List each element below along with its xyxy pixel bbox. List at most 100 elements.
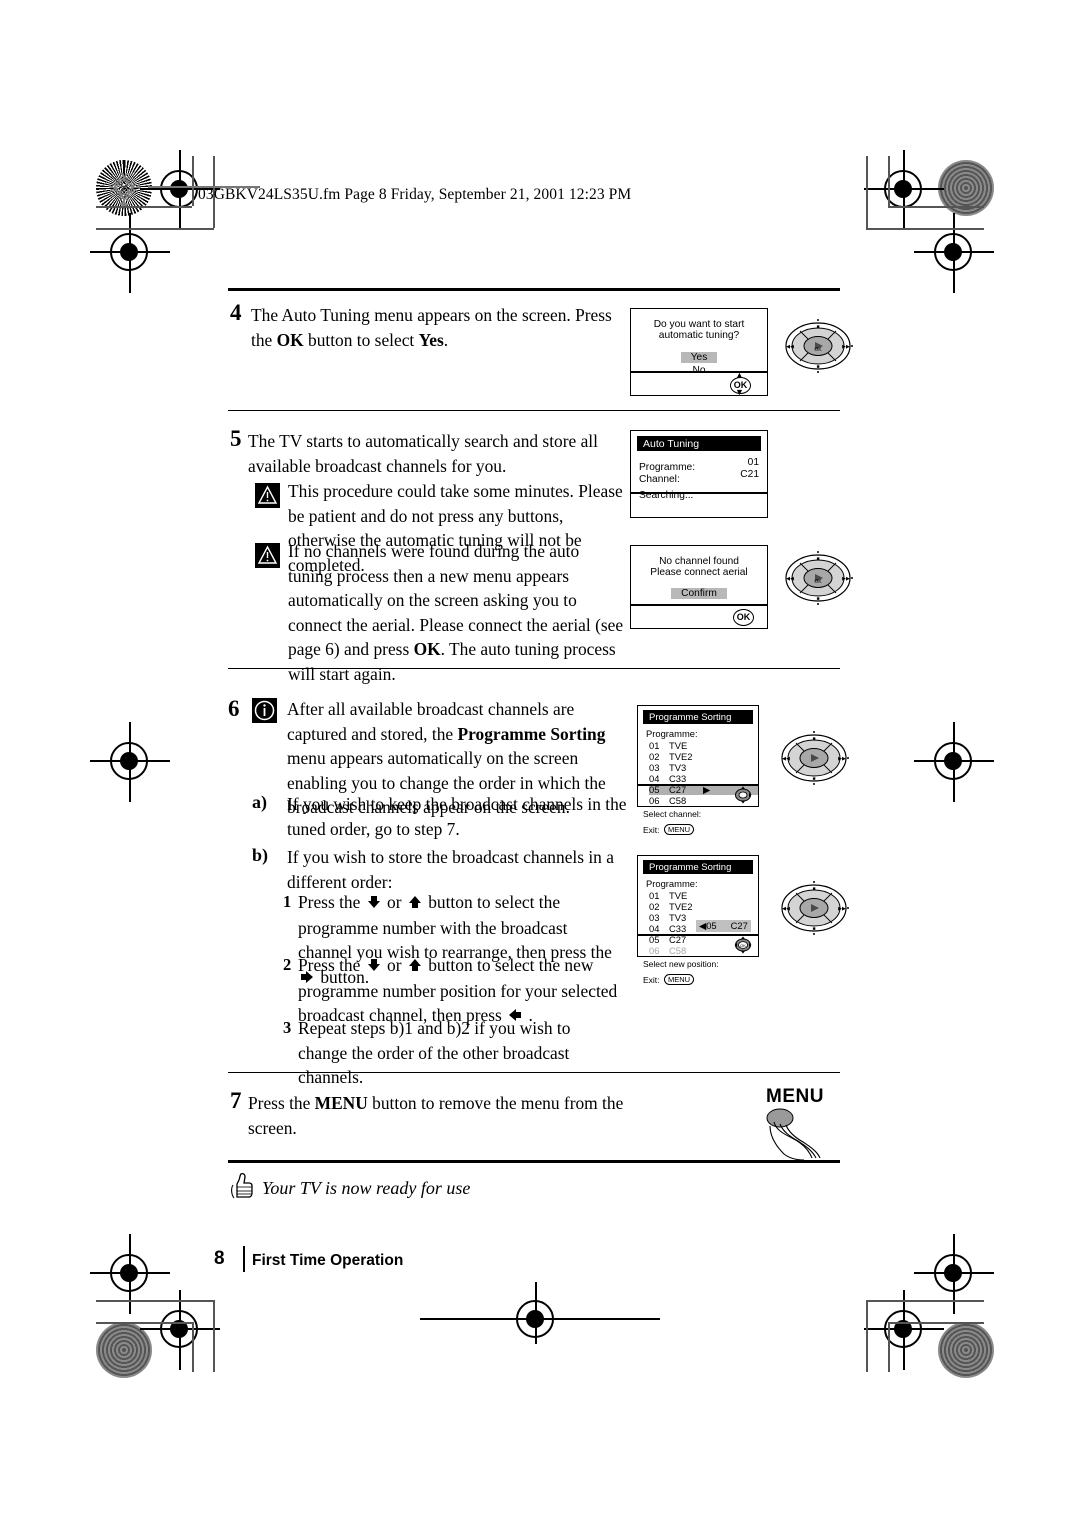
ps2-floating-num: 05 [706, 920, 717, 931]
arrow-down-icon-b1a [367, 891, 381, 916]
ps2-row-0-name: TVE [669, 890, 688, 901]
step-4-ok-bold: OK [276, 329, 304, 350]
ps1-row-4-name: C27 [669, 784, 687, 795]
svg-text:◀◀: ◀◀ [782, 756, 790, 762]
remote-dpad-step4: OK ■ ■ ◀◀ ▶▶ [782, 318, 854, 374]
step-5-warning-2: If no channels were found during the aut… [288, 539, 624, 686]
ps1-row-1[interactable]: 02 TVE2 [649, 751, 758, 762]
screen-programme-sorting-2: Programme Sorting Programme: 01 TVE 02 TVE… [637, 855, 759, 985]
step-6-item-b-text: If you wish to store the broadcast chann… [287, 847, 614, 892]
screen-no-channel-found: No channel found Please connect aerial C… [630, 545, 768, 629]
ps1-list-label: Programme: [646, 728, 698, 739]
screen-programme-sorting-1: Programme Sorting Programme: 01 TVE 02 TVE… [637, 705, 759, 835]
svg-text:■: ■ [812, 777, 815, 782]
svg-text:OK: OK [814, 347, 822, 353]
ps2-row-1-name: TVE2 [669, 901, 693, 912]
step-7-number: 7 [230, 1088, 242, 1113]
info-icon [252, 698, 277, 723]
step-4-text: The Auto Tuning menu appears on the scre… [251, 303, 626, 352]
ps1-title: Programme Sorting [643, 710, 753, 724]
ps2-floating-selection[interactable]: ◀05 C27 [696, 920, 751, 932]
ps2-footer-menu-button[interactable]: MENU [663, 974, 695, 985]
footer-divider [243, 1246, 245, 1272]
svg-text:■: ■ [816, 557, 819, 562]
svg-text:▶▶: ▶▶ [842, 344, 850, 350]
step-6-item-b-label: b) [252, 845, 269, 865]
remote-dpad-step6a: ■ ■ ◀◀ ▶▶ [778, 730, 850, 786]
ps1-row-0-name: TVE [669, 740, 688, 751]
no-channel-line1: No channel found [659, 556, 739, 567]
step-7-part1: Press the [248, 1093, 315, 1113]
ps1-row-3-num: 04 [649, 773, 660, 784]
ps2-footer-select: Select new position: [643, 959, 719, 969]
registration-rosette-top-right [938, 160, 994, 216]
ps1-row-3[interactable]: 04 C33 [649, 773, 758, 784]
step-4-text-part3: . [443, 329, 449, 350]
b2-text-2: or [382, 955, 406, 975]
no-channel-confirm-button[interactable]: Confirm [671, 588, 727, 599]
screen-auto-tuning-confirm: Do you want to start automatic tuning? Y… [630, 308, 768, 397]
confirm-option-yes[interactable]: Yes [680, 352, 718, 363]
svg-text:■: ■ [812, 927, 815, 932]
ps2-row-1[interactable]: 02 TVE2 [649, 901, 758, 912]
ps1-row-3-name: C33 [669, 773, 687, 784]
step-5-number: 5 [230, 426, 242, 451]
ps1-ok-indicator-icon [734, 786, 752, 809]
registration-rosette-bottom-left [96, 1322, 152, 1378]
ps1-row-2-num: 03 [649, 762, 660, 773]
arrow-down-icon-b2 [367, 954, 381, 979]
warning-icon-2 [255, 543, 280, 568]
step-6-b3-label: 3 [283, 1018, 292, 1037]
registration-rosette-bottom-right [938, 1322, 994, 1378]
b1-text-1: Press the [298, 892, 365, 912]
step-5-text: The TV starts to automatically search an… [248, 431, 598, 476]
footer-section-title: First Time Operation [252, 1252, 404, 1269]
ps2-row-0[interactable]: 01 TVE [649, 890, 758, 901]
svg-text:■: ■ [816, 365, 819, 370]
ps1-row-5-name: C58 [669, 795, 687, 806]
step-4-number: 4 [230, 300, 242, 325]
step-6-item-a-text: If you wish to keep the broadcast channe… [287, 794, 627, 839]
svg-text:■: ■ [812, 887, 815, 892]
auto-tuning-channel-value: C21 [740, 469, 759, 480]
confirm-prompt-line2: automatic tuning? [658, 330, 740, 341]
svg-text:▶▶: ▶▶ [838, 906, 846, 912]
svg-text:▶▶: ▶▶ [838, 756, 846, 762]
step-7-text: Press the MENU button to remove the menu… [248, 1091, 628, 1140]
ps2-row-3-num: 04 [649, 923, 660, 934]
ps1-row-0-num: 01 [649, 740, 660, 751]
screen-auto-tuning-progress: Auto Tuning Programme: 01 Channel: C21 S… [630, 430, 768, 518]
no-channel-line2: Please connect aerial [650, 567, 748, 578]
ps1-row-0[interactable]: 01 TVE [649, 740, 758, 751]
ps1-footer-exit-label: Exit: [643, 825, 660, 835]
step-4-text-part2: button to select [303, 329, 419, 350]
manual-page: 03GBKV24LS35U.fm Page 8 Friday, Septembe… [0, 0, 1080, 1528]
ps2-ok-indicator-icon: OK [734, 936, 752, 959]
arrow-up-icon-b2 [408, 954, 422, 979]
no-channel-ok-button[interactable]: OK [733, 609, 754, 626]
b1-text-2: or [382, 892, 406, 912]
step-6-b2-label: 2 [283, 955, 292, 974]
step-5-warning-2-ok: OK [413, 639, 441, 659]
step-6-item-a-label: a) [252, 792, 267, 812]
b2-text-1: Press the [298, 955, 365, 975]
step-6-programme-sorting-bold: Programme Sorting [457, 723, 606, 744]
hand-pressing-menu-icon [762, 1108, 832, 1165]
confirm-ok-down-arrow: ▼ [735, 387, 744, 397]
thumbs-up-icon [230, 1172, 256, 1205]
ps1-row-2-name: TV3 [669, 762, 687, 773]
ps2-row-4-name: C27 [669, 934, 687, 945]
ps2-floating-name: C27 [730, 920, 748, 931]
svg-text:■: ■ [816, 597, 819, 602]
ps1-footer-select: Select channel: [643, 809, 702, 819]
rule-step4-bottom [228, 410, 840, 412]
rule-top [228, 288, 840, 291]
ps2-row-5-name: C58 [669, 945, 687, 956]
ps1-row-2[interactable]: 03 TV3 [649, 762, 758, 773]
remote-dpad-step6b: ■ ■ ◀◀ ▶▶ [778, 880, 850, 936]
ps1-footer-menu-button[interactable]: MENU [663, 824, 695, 835]
ps2-row-2-num: 03 [649, 912, 660, 923]
ps1-row-1-name: TVE2 [669, 751, 693, 762]
ps2-title: Programme Sorting [643, 860, 753, 874]
confirm-prompt-line1: Do you want to start [653, 319, 745, 330]
